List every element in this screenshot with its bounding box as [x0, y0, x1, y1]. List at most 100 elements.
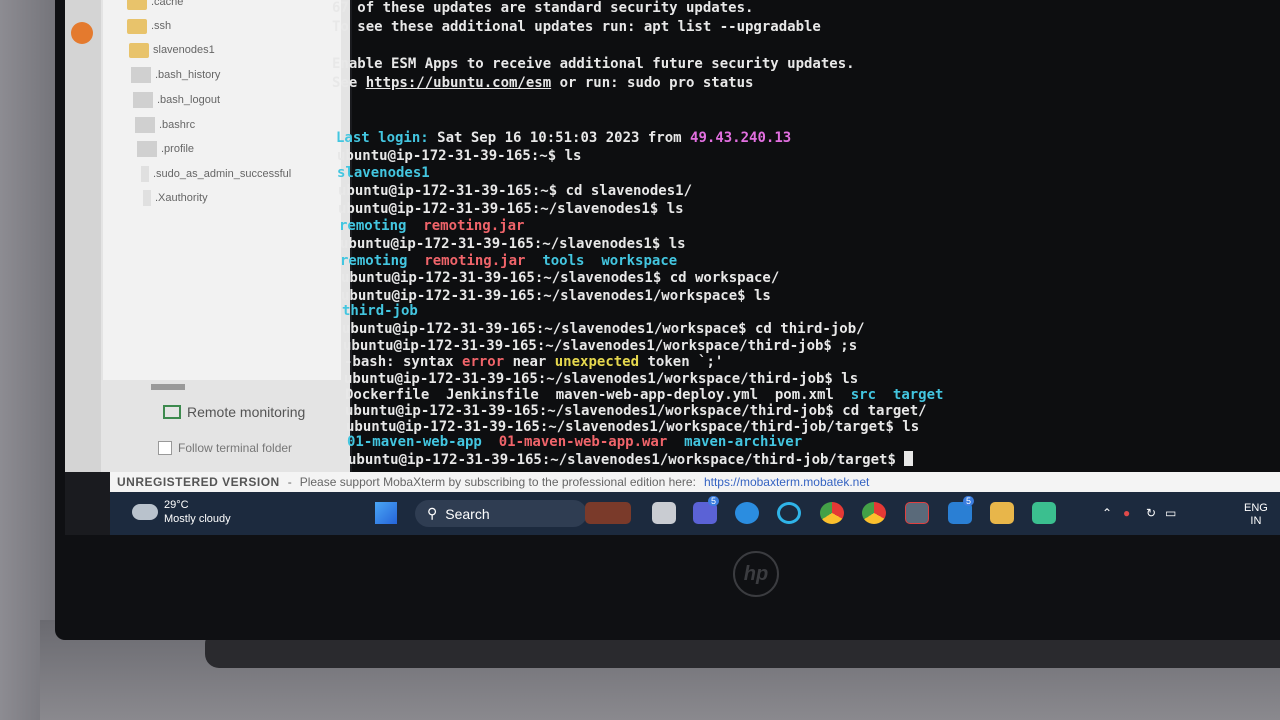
terminal-prompt[interactable]: ubuntu@ip-172-31-39-165:~/slavenodes1/wo…	[348, 451, 914, 469]
terminal-line: ubuntu@ip-172-31-39-165:~/slavenodes1/wo…	[344, 371, 859, 387]
text: near	[504, 354, 555, 370]
terminal-line: Enable ESM Apps to receive additional fu…	[332, 56, 855, 72]
text-cursor	[904, 451, 914, 466]
unregistered-label: UNREGISTERED VERSION	[117, 475, 280, 489]
dir-entry: tools	[542, 253, 585, 269]
remote-monitoring-button[interactable]: Remote monitoring	[163, 404, 305, 420]
unexpected-word: unexpected	[554, 354, 640, 370]
terminal-line: To see these additional updates run: apt…	[332, 19, 821, 35]
chrome-icon[interactable]	[820, 502, 844, 524]
file-item[interactable]: .bash_logout	[133, 90, 220, 110]
dir-entry: maven-archiver	[684, 434, 803, 450]
search-label: Search	[445, 505, 490, 522]
terminal-line: ubuntu@ip-172-31-39-165:~/slavenodes1/wo…	[345, 403, 927, 419]
file-item[interactable]: .Xauthority	[143, 188, 208, 208]
esm-link[interactable]: https://ubuntu.com/esm	[366, 75, 551, 91]
search-box[interactable]: ⚲ Search	[415, 500, 587, 527]
screen: .cache .ssh slavenodes1 .bash_history .b…	[65, 0, 1280, 535]
file-explorer-icon[interactable]	[990, 502, 1014, 524]
folder-icon	[127, 0, 147, 10]
mobaxterm-link[interactable]: https://mobaxterm.mobatek.net	[704, 475, 869, 489]
badge-teams: 5	[708, 496, 720, 506]
terminal-line: ubuntu@ip-172-31-39-165:~/slavenodes1$ l…	[340, 236, 686, 252]
file-entry: 01-maven-web-app.war	[498, 434, 668, 450]
file-item[interactable]: .sudo_as_admin_successful	[141, 164, 291, 184]
terminal-line: ubuntu@ip-172-31-39-165:~$ cd slavenodes…	[338, 183, 693, 199]
file-list: Dockerfile Jenkinsfile maven-web-app-dep…	[345, 387, 851, 403]
last-login-ip: 49.43.240.13	[690, 130, 792, 146]
file-item[interactable]: .ssh	[127, 16, 171, 36]
follow-terminal-checkbox[interactable]: Follow terminal folder	[158, 441, 292, 455]
checkbox-icon[interactable]	[158, 441, 172, 455]
text: -bash: syntax	[344, 354, 463, 370]
taskbar: 29°C Mostly cloudy ⚲ Search 5 5 ⌃ ● ↻ ▭ E…	[110, 492, 1280, 535]
separator: -	[287, 475, 292, 489]
notepad-icon[interactable]	[1032, 502, 1056, 524]
file-icon	[133, 92, 153, 108]
weather-widget[interactable]: 29°C Mostly cloudy	[132, 498, 231, 526]
support-message: Please support MobaXterm by subscribing …	[299, 475, 696, 489]
chrome-profile-icon[interactable]	[862, 502, 886, 524]
folder-icon	[127, 18, 147, 34]
file-icon	[131, 67, 151, 83]
file-icon	[143, 190, 151, 206]
temperature: 29°C	[164, 499, 189, 511]
terminal-line: ubuntu@ip-172-31-39-165:~$ ls	[337, 148, 582, 164]
display-icon[interactable]: ▭	[1165, 506, 1176, 520]
security-icon[interactable]: ●	[1123, 506, 1130, 520]
file-entry: remoting.jar	[424, 253, 526, 269]
sync-icon[interactable]: ↻	[1146, 506, 1156, 520]
search-icon: ⚲	[427, 505, 438, 521]
dir-entry: 01-maven-web-app	[347, 434, 482, 450]
sessions-icon[interactable]	[71, 22, 93, 44]
status-bar: UNREGISTERED VERSION - Please support Mo…	[110, 472, 1280, 492]
dir-entry: remoting	[340, 253, 408, 269]
mobaxterm-icon[interactable]	[905, 502, 929, 524]
text: or run: sudo pro status	[551, 75, 754, 91]
dir-entry: remoting	[339, 218, 407, 234]
terminal-line: ubuntu@ip-172-31-39-165:~/slavenodes1/wo…	[343, 338, 858, 354]
side-toolbar	[65, 0, 101, 472]
hp-logo: hp	[733, 551, 779, 597]
terminal-line: third-job	[342, 303, 418, 319]
terminal-line: 67 of these updates are standard securit…	[332, 0, 754, 16]
file-entry: remoting.jar	[423, 218, 525, 234]
terminal-line: slavenodes1	[337, 165, 430, 181]
last-login-label: Last login:	[336, 130, 438, 146]
file-item[interactable]: .bash_history	[131, 65, 220, 85]
task-view-icon[interactable]	[652, 502, 676, 524]
sftp-sidebar: .cache .ssh slavenodes1 .bash_history .b…	[65, 0, 350, 472]
chevron-up-icon[interactable]: ⌃	[1102, 506, 1112, 520]
terminal-line: See https://ubuntu.com/esm or run: sudo …	[332, 75, 753, 92]
last-login-time: Sat Sep 16 10:51:03 2023 from	[437, 130, 691, 146]
language-indicator[interactable]: ENG IN	[1244, 502, 1268, 528]
dir-entry: workspace	[601, 253, 678, 269]
terminal-line: Last login: Sat Sep 16 10:51:03 2023 fro…	[336, 130, 791, 147]
text: token `;'	[639, 354, 724, 370]
file-browser: .cache .ssh slavenodes1 .bash_history .b…	[103, 0, 341, 380]
horizontal-scrollbar[interactable]	[151, 384, 185, 390]
file-icon	[141, 166, 149, 182]
terminal-line: ubuntu@ip-172-31-39-165:~/slavenodes1$ l…	[338, 201, 684, 217]
cortana-icon[interactable]	[777, 502, 801, 524]
cloud-icon	[132, 504, 158, 520]
file-item[interactable]: .cache	[127, 0, 183, 12]
search-highlight-icon[interactable]	[585, 502, 631, 524]
terminal-line: remoting remoting.jar	[339, 218, 524, 235]
weather-text: Mostly cloudy	[164, 513, 231, 525]
monitor-icon	[163, 405, 181, 419]
windows-start-icon[interactable]	[375, 502, 397, 524]
terminal-line: 01-maven-web-app 01-maven-web-app.war ma…	[347, 434, 802, 451]
edge-icon[interactable]	[735, 502, 759, 524]
terminal[interactable]: 67 of these updates are standard securit…	[332, 0, 1280, 472]
file-icon	[135, 117, 155, 133]
badge-update: 5	[963, 496, 975, 506]
file-item[interactable]: .bashrc	[135, 115, 195, 135]
dir-entry: target	[892, 387, 944, 403]
file-item[interactable]: .profile	[137, 139, 194, 159]
file-item[interactable]: slavenodes1	[129, 40, 215, 60]
file-icon	[137, 141, 157, 157]
error-word: error	[462, 354, 505, 370]
terminal-line: -bash: syntax error near unexpected toke…	[344, 354, 723, 371]
dir-entry: src	[850, 387, 877, 403]
